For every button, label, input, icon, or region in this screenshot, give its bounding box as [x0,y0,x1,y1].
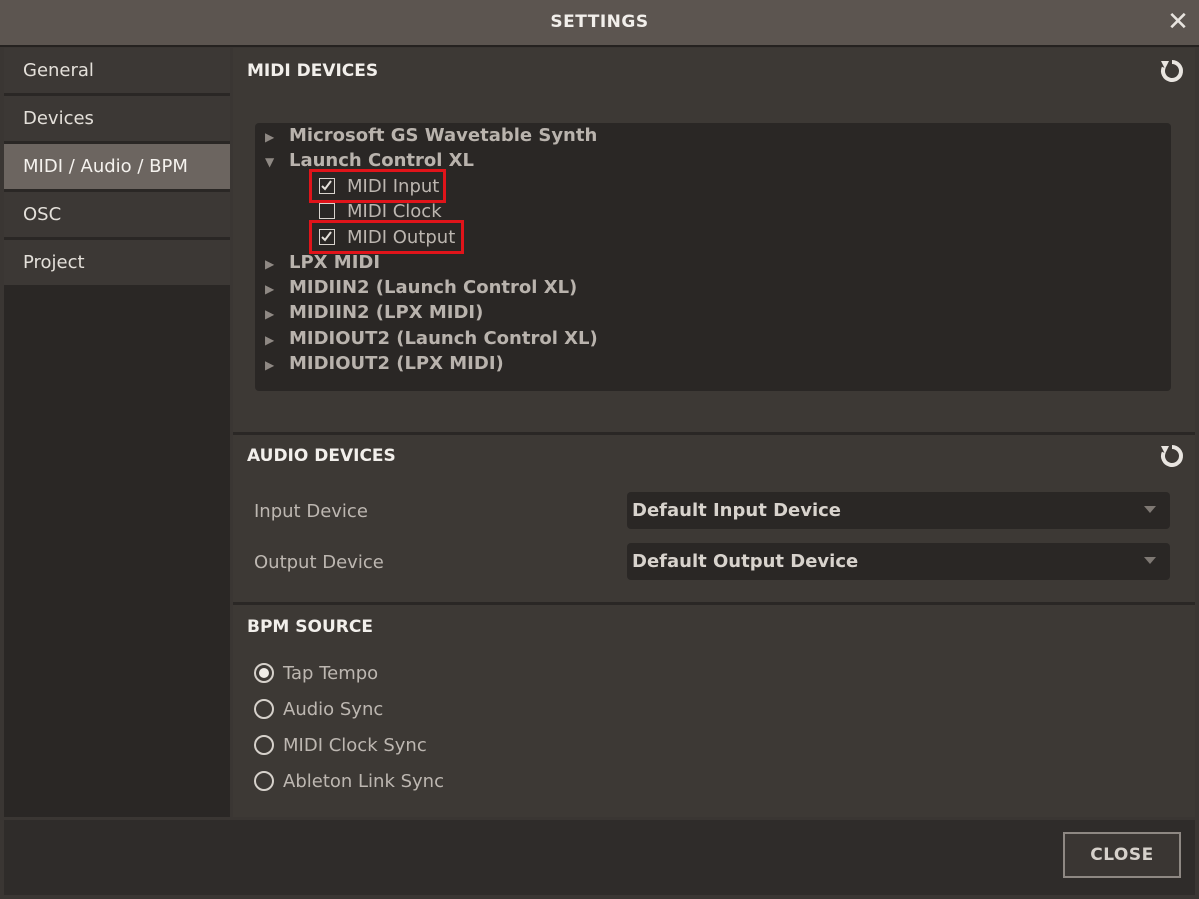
input-device-label: Input Device [254,501,368,522]
midi-device-tree: ▶ Microsoft GS Wavetable Synth ▼ Launch Co… [255,123,1171,391]
radio-button[interactable] [254,771,274,791]
sidebar: General Devices MIDI / Audio / BPM OSC P… [4,48,230,817]
close-icon[interactable]: ✕ [1165,9,1191,35]
device-name: Microsoft GS Wavetable Synth [289,125,598,146]
chevron-down-icon [1144,557,1156,564]
ableton-link-sync-option[interactable]: Ableton Link Sync [254,770,444,794]
sidebar-item-general[interactable]: General [4,48,230,93]
close-button[interactable]: CLOSE [1063,832,1181,878]
option-label: Audio Sync [283,699,384,720]
expand-arrow-icon[interactable]: ▶ [265,353,279,377]
sidebar-item-osc[interactable]: OSC [4,192,230,237]
expand-arrow-icon[interactable]: ▶ [265,328,279,352]
output-device-select[interactable]: Default Output Device [627,543,1170,580]
tree-item[interactable]: ▶ MIDIIN2 (LPX MIDI) [265,301,483,325]
audio-sync-option[interactable]: Audio Sync [254,698,383,722]
option-label: Ableton Link Sync [283,771,444,792]
device-name: MIDIOUT2 (Launch Control XL) [289,328,598,349]
tree-item[interactable]: ▶ MIDIIN2 (Launch Control XL) [265,276,577,300]
sidebar-item-midi-audio-bpm[interactable]: MIDI / Audio / BPM [4,144,230,189]
settings-window: SETTINGS ✕ General Devices MIDI / Audio … [0,0,1199,899]
device-name: MIDIIN2 (LPX MIDI) [289,302,484,323]
tree-item[interactable]: ▶ MIDIOUT2 (LPX MIDI) [265,352,504,376]
sidebar-item-devices[interactable]: Devices [4,96,230,141]
expand-arrow-icon[interactable]: ▶ [265,252,279,276]
refresh-icon[interactable] [1159,443,1185,469]
highlight-box [309,169,446,203]
footer: CLOSE [4,820,1195,895]
option-label: Tap Tempo [283,663,379,684]
expand-arrow-icon[interactable]: ▶ [265,125,279,149]
collapse-arrow-icon[interactable]: ▼ [265,150,279,174]
window-title: SETTINGS [550,12,649,32]
option-label: MIDI Clock [347,201,442,222]
tree-item[interactable]: ▶ Microsoft GS Wavetable Synth [265,124,597,148]
midi-clock-checkbox[interactable] [319,203,335,219]
expand-arrow-icon[interactable]: ▶ [265,302,279,326]
device-name: MIDIIN2 (Launch Control XL) [289,277,578,298]
audio-devices-section: AUDIO DEVICES Input Device Default Input… [233,435,1195,602]
bpm-source-section: BPM SOURCE Tap Tempo Audio Sync MIDI Clo… [233,605,1195,817]
input-device-select[interactable]: Default Input Device [627,492,1170,529]
audio-devices-title: AUDIO DEVICES [247,446,396,466]
output-device-label: Output Device [254,552,384,573]
tap-tempo-option[interactable]: Tap Tempo [254,662,378,686]
expand-arrow-icon[interactable]: ▶ [265,277,279,301]
select-value: Default Output Device [632,551,859,572]
radio-button[interactable] [254,663,274,683]
bpm-source-title: BPM SOURCE [247,617,373,637]
option-label: MIDI Clock Sync [283,735,427,756]
settings-content: MIDI DEVICES ▶ Microsoft GS Wavetable Syn… [233,48,1195,817]
sidebar-item-project[interactable]: Project [4,240,230,285]
highlight-box [309,220,464,254]
midi-devices-title: MIDI DEVICES [247,61,379,81]
device-name: MIDIOUT2 (LPX MIDI) [289,353,504,374]
device-name: LPX MIDI [289,252,381,273]
tree-item[interactable]: ▶ MIDIOUT2 (Launch Control XL) [265,327,598,351]
midi-devices-section: MIDI DEVICES ▶ Microsoft GS Wavetable Syn… [233,48,1195,432]
radio-button[interactable] [254,699,274,719]
device-name: Launch Control XL [289,150,475,171]
chevron-down-icon [1144,506,1156,513]
select-value: Default Input Device [632,500,841,521]
radio-button[interactable] [254,735,274,755]
midi-clock-sync-option[interactable]: MIDI Clock Sync [254,734,427,758]
titlebar: SETTINGS ✕ [0,0,1199,47]
tree-item[interactable]: ▶ LPX MIDI [265,251,380,275]
refresh-icon[interactable] [1159,58,1185,84]
